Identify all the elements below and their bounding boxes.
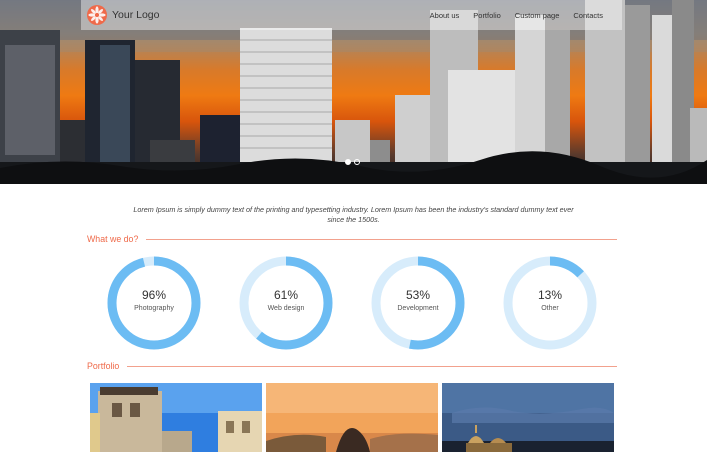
skill-donut-development: 53% Development: [370, 255, 466, 351]
portfolio-image-sunset-bay: [266, 383, 438, 452]
skill-donut-web-design: 61% Web design: [238, 255, 334, 351]
skill-percent: 96%: [141, 288, 167, 302]
skill-percent: 61%: [273, 288, 299, 302]
slider-dot-2[interactable]: [354, 159, 360, 165]
logo-flower-icon: [87, 5, 107, 25]
slider-dots: [345, 159, 360, 165]
nav-link-contacts[interactable]: Contacts: [566, 11, 610, 20]
skill-percent: 13%: [537, 288, 563, 302]
skill-donut-other: 13% Other: [502, 255, 598, 351]
section-divider: [146, 238, 617, 240]
skill-name: Web design: [267, 305, 305, 312]
navbar: Your Logo About us Portfolio Custom page…: [81, 0, 622, 30]
skill-name: Development: [397, 305, 439, 312]
donut-arc: [107, 256, 201, 350]
portfolio-image-town: [90, 383, 262, 452]
intro-text: Lorem Ipsum is simply dummy text of the …: [133, 205, 574, 224]
donut-chart: [371, 256, 465, 350]
donut-chart: [107, 256, 201, 350]
section-title-portfolio: Portfolio: [87, 361, 120, 371]
skill-name: Photography: [134, 305, 174, 312]
nav-link-about-us[interactable]: About us: [423, 11, 467, 20]
main-menu: About us Portfolio Custom page Contacts: [423, 11, 610, 20]
section-portfolio: Portfolio: [87, 360, 617, 372]
donut-chart: [239, 256, 333, 350]
donut-chart: [503, 256, 597, 350]
section-divider: [127, 365, 617, 367]
skill-donut-photography: 96% Photography: [106, 255, 202, 351]
slider-dot-1[interactable]: [345, 159, 351, 165]
section-title-what-we-do: What we do?: [87, 234, 139, 244]
portfolio-item-3[interactable]: [442, 383, 614, 452]
logo-text: Your Logo: [112, 9, 160, 21]
nav-link-portfolio[interactable]: Portfolio: [466, 11, 508, 20]
portfolio-item-2[interactable]: [266, 383, 438, 452]
logo[interactable]: Your Logo: [87, 5, 160, 25]
section-what-we-do: What we do?: [87, 233, 617, 245]
skill-percent: 53%: [405, 288, 431, 302]
nav-link-custom-page[interactable]: Custom page: [508, 11, 567, 20]
portfolio-item-1[interactable]: [90, 383, 262, 452]
skill-name: Other: [541, 305, 559, 312]
portfolio-image-dusk-domes: [442, 383, 614, 452]
